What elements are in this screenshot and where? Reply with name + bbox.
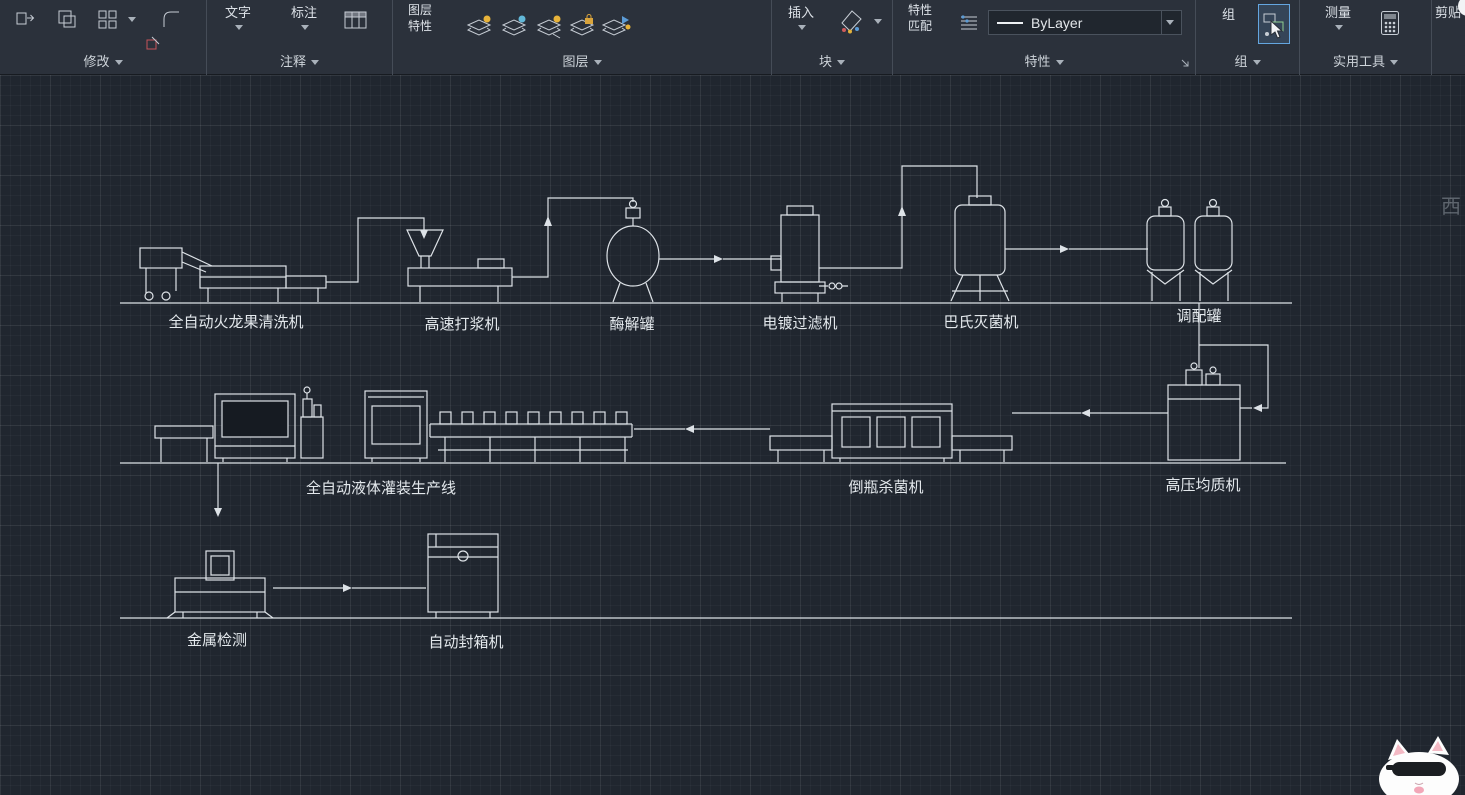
array-button[interactable]	[96, 8, 118, 30]
equipment-label-homogenizer[interactable]: 高压均质机	[1165, 474, 1240, 495]
insert-dropdown-icon[interactable]	[798, 25, 806, 30]
equipment-label-pulper[interactable]: 高速打浆机	[424, 313, 499, 334]
bylayer-value: ByLayer	[1031, 14, 1083, 31]
color-combobox[interactable]: ByLayer	[988, 10, 1182, 35]
ribbon: 修改 文字 标注 注释 图层特性 图层 插入 块 特性匹配 ByLayer 特性…	[0, 0, 1465, 75]
panel-caret-icon	[837, 60, 845, 66]
panel-caret-icon	[311, 60, 319, 66]
panel-modify: 修改	[0, 0, 207, 75]
combo-dropdown-icon[interactable]	[1161, 11, 1177, 34]
equipment-label-enzyme-tank[interactable]: 酶解罐	[609, 313, 654, 334]
offset-button[interactable]	[56, 8, 78, 30]
group-button[interactable]: 组	[1222, 4, 1235, 23]
panel-title: 注释	[279, 54, 306, 69]
cat-mascot	[1379, 736, 1459, 795]
panel-properties: 特性匹配 ByLayer 特性	[893, 0, 1196, 75]
panel-caret-icon	[114, 60, 123, 66]
bylayer-line-swatch	[997, 21, 1023, 24]
layer-lock-button[interactable]	[568, 14, 596, 40]
panel-label-utilities[interactable]: 实用工具	[1300, 51, 1431, 70]
text-button[interactable]: 文字	[225, 2, 251, 21]
equipment-label-pasteurizer[interactable]: 巴氏灭菌机	[943, 311, 1018, 332]
panel-title: 特性	[1024, 54, 1051, 69]
panel-label-annotation[interactable]: 注释	[207, 51, 392, 70]
panel-block: 插入 块	[772, 0, 893, 75]
panel-annotation: 文字 标注 注释	[207, 0, 393, 75]
panel-layers: 图层特性 图层	[393, 0, 772, 75]
fillet-button[interactable]	[160, 8, 182, 30]
layer-freeze-button[interactable]	[500, 14, 528, 40]
panel-label-group[interactable]: 组	[1196, 51, 1299, 70]
measure-button[interactable]: 测量	[1325, 2, 1351, 21]
measure-dropdown-icon[interactable]	[1335, 25, 1343, 30]
hatch-lines-icon[interactable]	[958, 12, 980, 34]
panel-title: 图层	[562, 54, 589, 69]
stretch-button[interactable]	[14, 8, 36, 30]
equipment-label-washer[interactable]: 全自动火龙果清洗机	[168, 311, 303, 332]
mouse-cursor	[1270, 20, 1284, 39]
block-edit-button[interactable]	[838, 8, 864, 34]
equipment-label-filter[interactable]: 电镀过滤机	[762, 312, 837, 333]
panel-title: 块	[818, 54, 832, 69]
panel-clipboard: 剪贴	[1432, 0, 1465, 75]
caret-icon	[1165, 20, 1174, 25]
match-properties-button[interactable]: 特性匹配	[905, 2, 935, 34]
calculator-button[interactable]	[1380, 10, 1400, 36]
panel-label-modify[interactable]: 修改	[0, 51, 206, 70]
panel-utilities: 测量 实用工具	[1300, 0, 1432, 75]
layer-properties-button[interactable]: 图层特性	[405, 2, 435, 34]
panel-label-layers[interactable]: 图层	[393, 51, 771, 70]
panel-caret-icon	[1055, 60, 1064, 66]
erase-small-icon[interactable]	[146, 36, 160, 50]
equipment-label-sterilizer[interactable]: 倒瓶杀菌机	[848, 476, 923, 497]
equipment-label-carton-sealer[interactable]: 自动封箱机	[428, 631, 503, 652]
dimension-dropdown-icon[interactable]	[301, 25, 309, 30]
equipment-label-filling-line[interactable]: 全自动液体灌装生产线	[306, 477, 456, 498]
autocad-window: 全自动火龙果清洗机 高速打浆机 酶解罐 电镀过滤机 巴氏灭菌机 调配罐 全自动液…	[0, 0, 1465, 795]
panel-caret-icon	[593, 60, 602, 66]
table-button[interactable]	[344, 10, 368, 30]
drawing-canvas[interactable]	[0, 75, 1465, 795]
panel-title: 实用工具	[1332, 54, 1385, 69]
array-dropdown-icon[interactable]	[128, 17, 136, 22]
dimension-button[interactable]: 标注	[291, 2, 317, 21]
equipment-label-metal-detector[interactable]: 金属检测	[187, 629, 247, 650]
layer-on-off-button[interactable]	[465, 14, 493, 40]
insert-button[interactable]: 插入	[788, 2, 814, 21]
block-edit-dropdown-icon[interactable]	[874, 19, 882, 24]
equipment-label-blend-tank[interactable]: 调配罐	[1176, 305, 1221, 326]
panel-label-block[interactable]: 块	[772, 51, 892, 70]
text-dropdown-icon[interactable]	[235, 25, 243, 30]
panel-caret-icon	[1390, 60, 1398, 66]
edge-watermark-text: 西	[1441, 196, 1461, 218]
panel-title: 修改	[83, 54, 110, 69]
panel-label-properties[interactable]: 特性	[893, 51, 1195, 70]
layer-walk-button[interactable]	[600, 14, 632, 40]
panel-caret-icon	[1252, 60, 1261, 66]
layer-isolate-button[interactable]	[535, 14, 563, 40]
panel-title: 组	[1234, 54, 1248, 69]
